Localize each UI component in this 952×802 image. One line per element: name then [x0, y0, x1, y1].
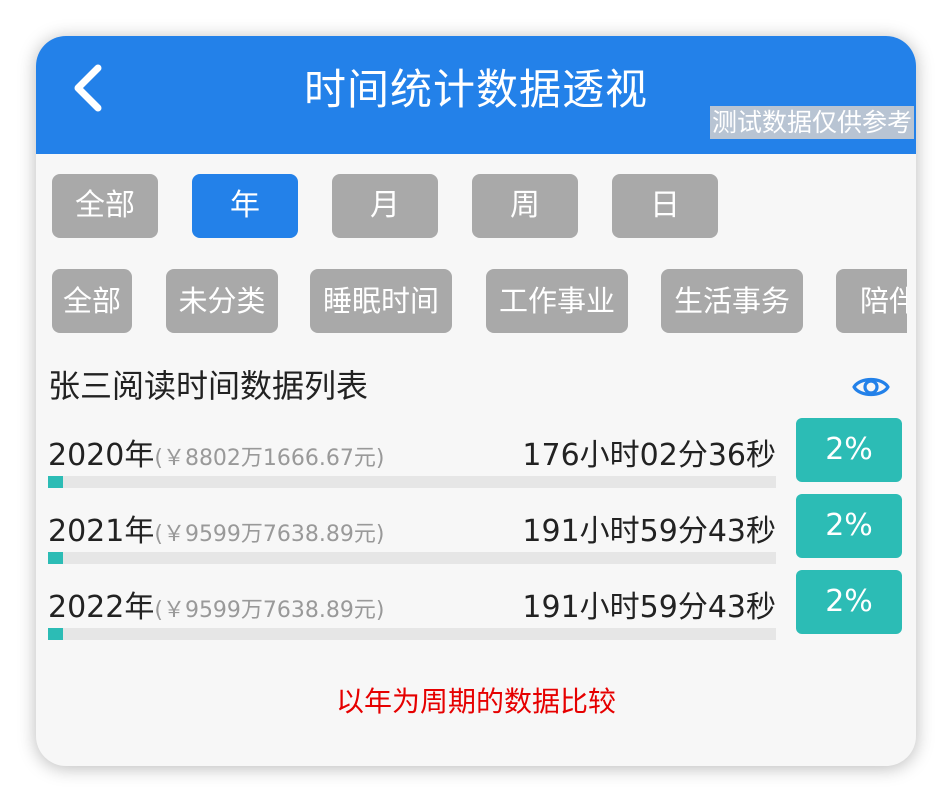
category-filter-bar[interactable]: 全部 未分类 睡眠时间 工作事业 生活事务 陪伴	[52, 269, 907, 333]
period-tab-all[interactable]: 全部	[52, 174, 158, 238]
category-chip-companionship[interactable]: 陪伴	[836, 269, 907, 333]
category-chip-uncategorized[interactable]: 未分类	[166, 269, 278, 333]
row-amount: (￥8802万1666.67元)	[154, 446, 385, 471]
progress-fill	[48, 552, 63, 564]
footer-note: 以年为周期的数据比较	[335, 685, 616, 718]
category-chip-life[interactable]: 生活事务	[661, 269, 803, 333]
list-item: 2022年(￥9599万7638.89元) 191小时59分43秒 2%	[36, 570, 916, 664]
row-amount: (￥9599万7638.89元)	[154, 598, 385, 623]
app-window: 时间统计数据透视 测试数据仅供参考 全部 年 月 周 日 全部 未分类 睡眠时间…	[36, 36, 916, 766]
progress-track	[48, 476, 776, 488]
list-item: 2021年(￥9599万7638.89元) 191小时59分43秒 2%	[36, 494, 916, 588]
row-year: 2020年	[48, 438, 155, 473]
row-year: 2021年	[48, 514, 155, 549]
progress-fill	[48, 476, 63, 488]
list-item: 2020年(￥8802万1666.67元) 176小时02分36秒 2%	[36, 418, 916, 512]
row-duration: 191小时59分43秒	[522, 514, 776, 549]
row-amount: (￥9599万7638.89元)	[154, 522, 385, 547]
section-title: 张三阅读时间数据列表	[48, 367, 369, 405]
period-tab-day[interactable]: 日	[612, 174, 718, 238]
period-tab-year[interactable]: 年	[192, 174, 298, 238]
period-tab-week[interactable]: 周	[472, 174, 578, 238]
row-year: 2022年	[48, 590, 155, 625]
row-year-label: 2020年(￥8802万1666.67元)	[48, 436, 385, 479]
progress-track	[48, 628, 776, 640]
row-duration: 176小时02分36秒	[522, 438, 776, 473]
eye-icon	[852, 377, 890, 397]
row-duration: 191小时59分43秒	[522, 590, 776, 625]
progress-track	[48, 552, 776, 564]
category-chip-work[interactable]: 工作事业	[486, 269, 628, 333]
test-data-watermark: 测试数据仅供参考	[709, 106, 914, 139]
row-year-label: 2021年(￥9599万7638.89元)	[48, 512, 385, 555]
row-year-label: 2022年(￥9599万7638.89元)	[48, 588, 385, 631]
progress-fill	[48, 628, 63, 640]
percent-button[interactable]: 2%	[796, 494, 902, 558]
percent-button[interactable]: 2%	[796, 570, 902, 634]
category-chip-all[interactable]: 全部	[52, 269, 132, 333]
period-tab-month[interactable]: 月	[332, 174, 438, 238]
visibility-toggle-button[interactable]	[851, 367, 891, 407]
percent-button[interactable]: 2%	[796, 418, 902, 482]
title-bar: 时间统计数据透视 测试数据仅供参考	[36, 36, 916, 154]
category-chip-sleep[interactable]: 睡眠时间	[310, 269, 452, 333]
